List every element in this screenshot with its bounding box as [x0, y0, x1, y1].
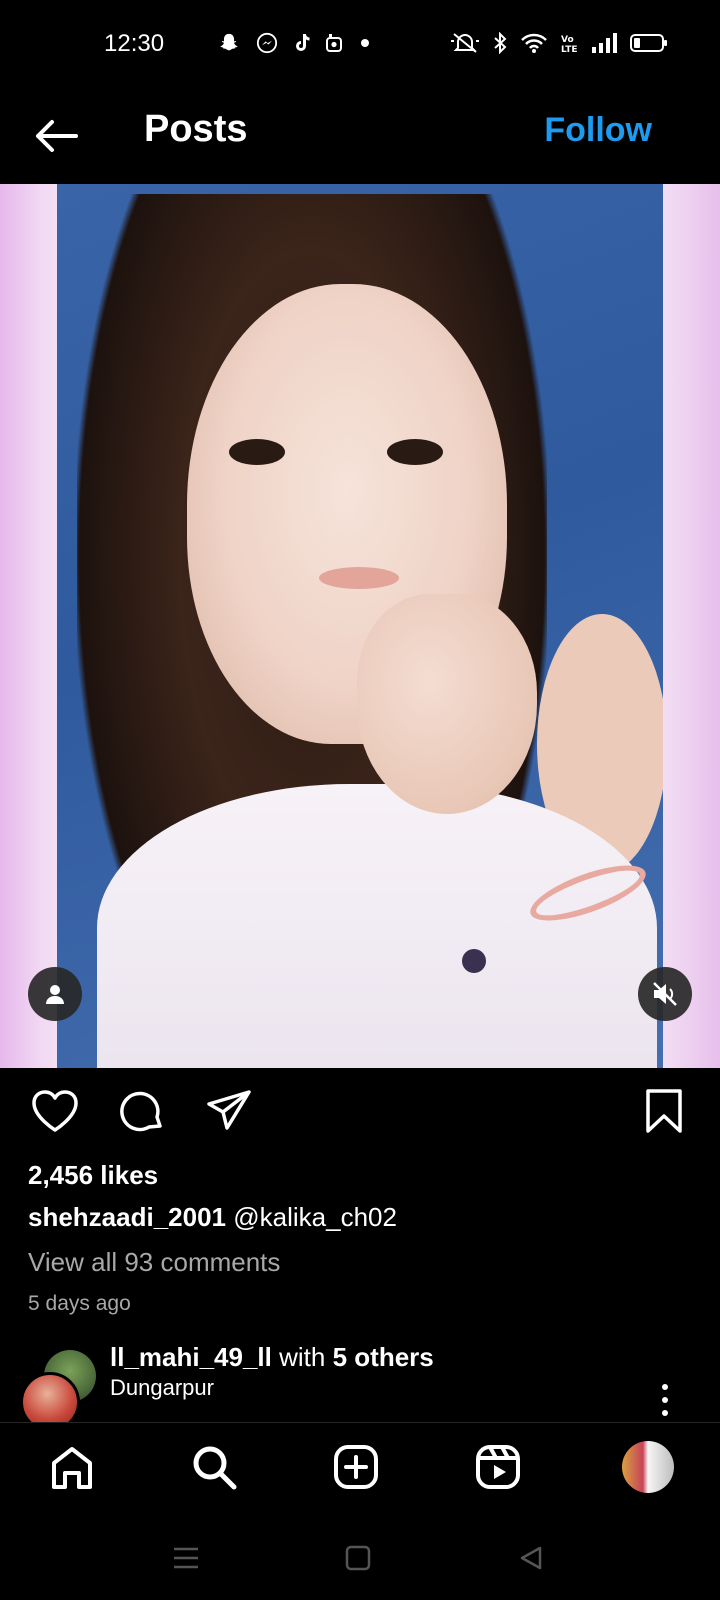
view-comments-link[interactable]: View all 93 comments: [28, 1247, 280, 1278]
system-navigation: [0, 1530, 720, 1600]
dot-icon: [361, 39, 369, 47]
volte-icon: VoLTE: [561, 35, 578, 54]
comment-icon[interactable]: [118, 1088, 166, 1136]
speaker-muted-icon: [653, 982, 677, 1006]
post-photo: [57, 184, 663, 1068]
next-post-location[interactable]: Dungarpur: [110, 1375, 214, 1401]
more-options-icon[interactable]: [662, 1384, 668, 1422]
page-title: Posts: [144, 108, 248, 150]
instagram-icon: [326, 34, 342, 52]
mute-icon: [451, 33, 479, 53]
menu-icon[interactable]: [172, 1545, 200, 1571]
next-post-others[interactable]: 5 others: [333, 1342, 434, 1372]
notification-icons: [218, 32, 372, 54]
signal-icon: [592, 33, 617, 53]
share-icon[interactable]: [205, 1088, 253, 1134]
caption-username[interactable]: shehzaadi_2001: [28, 1202, 226, 1232]
follow-button[interactable]: Follow: [544, 111, 652, 150]
post-image[interactable]: [0, 184, 720, 1068]
svg-text:LTE: LTE: [561, 45, 578, 54]
header: Posts Follow: [0, 90, 720, 184]
home-square-icon[interactable]: [345, 1545, 371, 1571]
next-post-with: with: [279, 1342, 326, 1372]
svg-text:Vo: Vo: [561, 35, 574, 45]
tiktok-icon: [296, 34, 310, 51]
post-caption: shehzaadi_2001 @kalika_ch02: [28, 1202, 397, 1233]
reels-icon[interactable]: [474, 1443, 522, 1491]
home-icon[interactable]: [48, 1443, 96, 1491]
mute-toggle-button[interactable]: [638, 967, 692, 1021]
next-post-header: ll_mahi_49_ll with 5 others Dungarpur: [0, 1332, 720, 1422]
post-actions: [0, 1070, 720, 1150]
wifi-icon: [521, 33, 547, 53]
status-time: 12:30: [104, 30, 165, 57]
messenger-icon: [256, 32, 278, 54]
bookmark-icon[interactable]: [644, 1088, 684, 1134]
back-triangle-icon[interactable]: [518, 1545, 544, 1571]
tagged-users-button[interactable]: [28, 967, 82, 1021]
post-timestamp: 5 days ago: [28, 1292, 131, 1315]
like-count[interactable]: 2,456 likes: [28, 1160, 158, 1191]
caption-mention[interactable]: @kalika_ch02: [233, 1202, 397, 1232]
status-bar: 12:30 Vo LTE: [0, 0, 720, 90]
heart-icon[interactable]: [30, 1088, 80, 1134]
person-icon: [46, 985, 64, 1004]
create-icon[interactable]: [332, 1443, 380, 1491]
search-icon[interactable]: [190, 1443, 238, 1491]
bluetooth-icon: [494, 32, 507, 54]
battery-icon: [630, 34, 667, 52]
bottom-navigation: [0, 1423, 720, 1523]
snapchat-icon: [220, 33, 238, 51]
next-post-username[interactable]: ll_mahi_49_ll: [110, 1342, 272, 1372]
next-post-author[interactable]: ll_mahi_49_ll with 5 others: [110, 1342, 434, 1373]
back-arrow-icon[interactable]: [30, 112, 82, 160]
profile-avatar[interactable]: [622, 1441, 674, 1493]
system-icons: Vo LTE: [450, 32, 668, 54]
